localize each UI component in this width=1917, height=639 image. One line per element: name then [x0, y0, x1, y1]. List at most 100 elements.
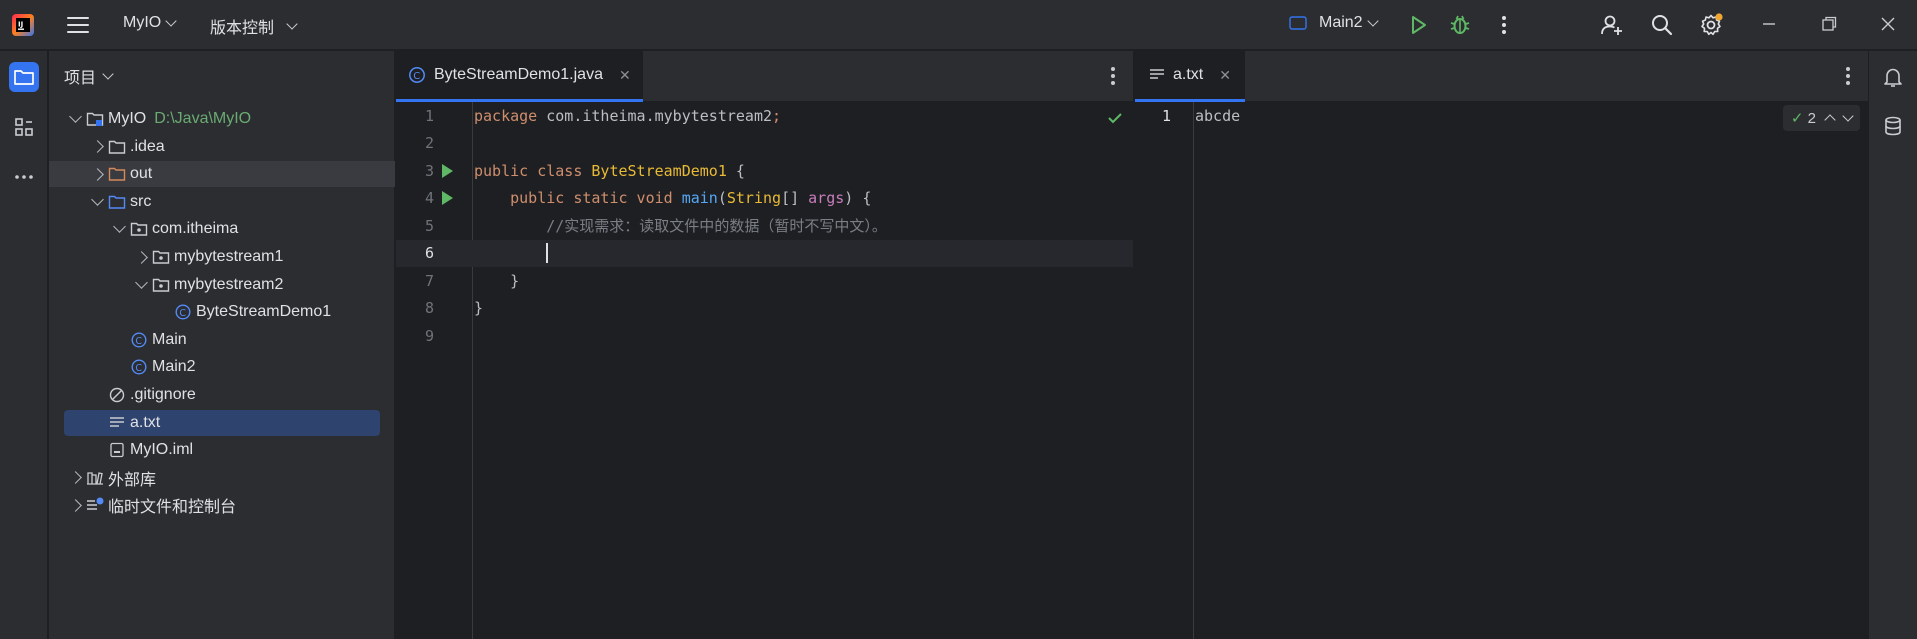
add-user-icon[interactable] [1600, 13, 1624, 37]
editor-tab-bar: C ByteStreamDemo1.java ✕ [396, 51, 1133, 102]
code-token: public static void [510, 189, 682, 207]
chevron-down-icon[interactable] [68, 110, 82, 123]
more-actions-icon[interactable] [1492, 13, 1516, 37]
more-horizontal-icon [15, 175, 33, 179]
project-panel-header[interactable]: 项目 [49, 51, 394, 101]
inspection-widget[interactable]: ✓ 2 [1782, 105, 1860, 131]
folder-icon [14, 70, 34, 85]
package-icon [130, 221, 152, 237]
code-area[interactable]: 1 package com.itheima.mybytestream2; 2 3 pub… [396, 102, 1133, 639]
previous-highlight-icon[interactable] [1824, 114, 1836, 126]
close-tab-icon[interactable]: ✕ [1219, 67, 1231, 84]
line-number: 8 [424, 299, 434, 317]
editor-options-icon[interactable] [1846, 67, 1850, 85]
close-tab-icon[interactable]: ✕ [619, 67, 631, 84]
code-line: 6 [396, 239, 1133, 267]
java-class-icon: C [130, 332, 152, 348]
search-icon[interactable] [1650, 13, 1674, 37]
tree-item-label: Main2 [152, 358, 196, 376]
java-class-icon: C [130, 359, 152, 375]
code-token: main [681, 189, 718, 207]
editor-tab-bar: a.txt ✕ [1135, 51, 1868, 102]
chevron-down-icon[interactable] [90, 192, 104, 206]
editor-left: C ByteStreamDemo1.java ✕ 1 package com.it… [396, 51, 1133, 639]
chevron-right-icon[interactable] [68, 471, 82, 485]
run-config-selector[interactable]: Main2 [1289, 14, 1379, 32]
tree-item[interactable]: C ByteStreamDemo1 [49, 299, 395, 325]
chevron-right-icon[interactable] [134, 250, 148, 264]
chevron-down-icon [165, 15, 177, 27]
tree-item-label: Main [152, 330, 187, 348]
java-class-icon: C [174, 304, 196, 320]
chevron-down-icon[interactable] [134, 275, 148, 289]
run-gutter-icon[interactable] [442, 191, 453, 205]
code-token: { [726, 161, 745, 180]
run-gutter-icon[interactable] [442, 163, 453, 178]
inspection-count: 2 [1807, 110, 1816, 127]
tab-a-txt[interactable]: a.txt ✕ [1135, 51, 1245, 102]
tree-item[interactable]: MyIO D:\Java\MyIO [49, 106, 395, 132]
chevron-right-icon[interactable] [90, 167, 104, 181]
ignore-file-icon [108, 387, 130, 403]
tab-bytestreamdemo1[interactable]: C ByteStreamDemo1.java ✕ [396, 51, 643, 102]
notifications-tool-button[interactable] [1879, 63, 1907, 91]
tree-item-label: 临时文件和控制台 [108, 499, 237, 517]
tree-item[interactable]: C Main2 [49, 354, 395, 380]
tree-item[interactable]: .gitignore [49, 382, 395, 408]
code-token: com.itheima.mybytestream2 [546, 106, 773, 125]
database-tool-button[interactable] [1879, 112, 1907, 140]
run-icon[interactable] [1406, 13, 1430, 37]
code-text: //实现需求：读取文件中的数据（暂时不写中文）。 [474, 215, 887, 236]
tree-item[interactable]: 外部库 [49, 465, 395, 491]
tree-item[interactable]: .idea [49, 134, 395, 160]
tree-item[interactable]: src [49, 189, 395, 215]
title-bar: IJ MyIO 版本控制 Main2 [0, 0, 1917, 50]
minimize-icon[interactable] [1757, 12, 1781, 36]
intellij-logo-icon[interactable]: IJ [10, 12, 36, 38]
library-icon [86, 470, 108, 486]
project-widget[interactable]: MyIO [123, 14, 177, 32]
tree-item[interactable]: com.itheima [49, 216, 395, 242]
code-token: package [474, 106, 547, 125]
more-tools-button[interactable] [9, 162, 39, 192]
tree-item[interactable]: mybytestream1 [49, 244, 395, 270]
code-text: } [474, 272, 519, 290]
chevron-right-icon[interactable] [68, 499, 82, 512]
tree-item[interactable]: 临时文件和控制台 [49, 492, 395, 518]
chevron-right-icon[interactable] [90, 140, 104, 153]
tab-label: a.txt [1173, 66, 1204, 83]
tree-item[interactable]: mybytestream2 [49, 272, 395, 298]
chevron-down-icon[interactable] [112, 220, 126, 234]
tree-item[interactable]: out [49, 161, 395, 188]
project-panel: 项目 MyIO D:\Java\MyIO .idea out src com.itheim… [49, 51, 395, 639]
editor-options-icon[interactable] [1111, 67, 1115, 85]
code-text: public static void main(String[] args) { [474, 189, 871, 207]
vcs-widget[interactable]: 版本控制 [210, 14, 298, 38]
text-file-icon [108, 415, 130, 431]
restore-icon[interactable] [1817, 12, 1841, 36]
excluded-folder-icon [108, 166, 130, 182]
database-icon [1885, 116, 1901, 136]
tree-item[interactable]: C Main [49, 327, 395, 353]
code-token: [] [781, 189, 809, 207]
tree-item-label: ByteStreamDemo1 [196, 303, 332, 321]
debug-icon[interactable] [1448, 13, 1472, 37]
structure-tool-button[interactable] [9, 112, 39, 142]
settings-icon[interactable] [1699, 13, 1723, 37]
main-menu-icon[interactable] [66, 14, 90, 36]
code-text [474, 243, 549, 263]
tree-item[interactable]: MyIO.iml [49, 437, 395, 463]
close-window-icon[interactable] [1876, 12, 1900, 36]
tree-item-label: .gitignore [130, 386, 196, 403]
project-tool-button[interactable] [9, 62, 39, 92]
folder-icon [108, 139, 130, 155]
svg-text:C: C [179, 308, 186, 319]
code-token: } [474, 271, 520, 290]
next-highlight-icon[interactable] [1842, 110, 1854, 122]
text-area[interactable]: 1 abcde [1135, 102, 1868, 639]
run-config-label: Main2 [1319, 14, 1363, 31]
iml-file-icon [108, 442, 130, 458]
package-icon [152, 249, 174, 265]
vcs-label: 版本控制 [210, 20, 275, 37]
tree-item[interactable]: a.txt [64, 409, 380, 436]
